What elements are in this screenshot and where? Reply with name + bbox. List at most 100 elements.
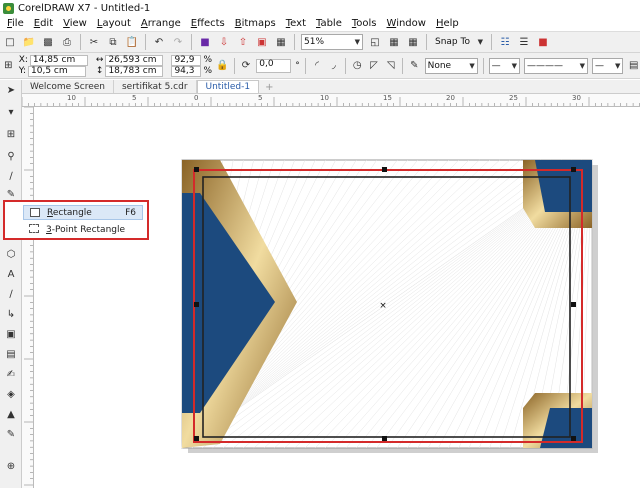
flyout-item-shortcut: F6 — [125, 207, 136, 218]
handle-top-middle[interactable] — [382, 167, 387, 172]
handle-bottom-middle[interactable] — [382, 436, 387, 441]
corner-chamfer-icon[interactable]: ◹ — [384, 59, 397, 73]
show-grid-icon[interactable]: ▦ — [406, 35, 420, 49]
center-marker-icon[interactable]: × — [379, 301, 387, 311]
menu-table[interactable]: Table — [311, 18, 347, 29]
freehand-tool-icon[interactable]: ∕ — [3, 168, 19, 184]
color-eyedropper-icon[interactable]: ✍ — [3, 366, 19, 382]
interactive-fill-icon[interactable]: ◈ — [3, 386, 19, 402]
handle-top-left[interactable] — [194, 167, 199, 172]
height-input[interactable]: 18,783 cm — [105, 65, 164, 77]
new-tab-icon[interactable]: + — [259, 82, 279, 93]
x-position-field: X: 14,85 cm — [19, 54, 88, 66]
parallel-dimension-icon[interactable]: ∕ — [3, 286, 19, 302]
lock-ratio-icon[interactable]: 🔒 — [216, 59, 229, 73]
end-arrow-combo[interactable]: — ▼ — [591, 57, 624, 74]
handle-bottom-right[interactable] — [571, 436, 576, 441]
copy-icon[interactable]: ⧉ — [106, 35, 120, 49]
open-folder-icon[interactable]: 📁 — [22, 35, 36, 49]
shape-tool-icon[interactable]: ▾ — [3, 104, 19, 120]
show-rulers-icon[interactable]: ▦ — [387, 35, 401, 49]
new-document-icon[interactable]: □ — [3, 35, 17, 49]
corner-round-icon[interactable]: ◷ — [351, 59, 364, 73]
redo-icon[interactable]: ↷ — [171, 35, 185, 49]
menu-arrange[interactable]: Arrange — [136, 18, 186, 29]
line-style-combo[interactable]: ———— ▼ — [524, 57, 588, 74]
polygon-tool-icon[interactable]: ⬡ — [3, 246, 19, 262]
menu-edit[interactable]: Edit — [29, 18, 58, 29]
application-launcher-icon[interactable]: ☰ — [517, 35, 531, 49]
chevron-down-icon: ▼ — [511, 61, 517, 70]
y-position-input[interactable]: 10,5 cm — [28, 65, 87, 77]
blend-tool-icon[interactable]: ▣ — [3, 326, 19, 342]
scale-y-input[interactable]: 94,3 — [171, 65, 202, 77]
cut-icon[interactable]: ✂ — [87, 35, 101, 49]
paste-icon[interactable]: 📋 — [125, 35, 139, 49]
search-content-icon[interactable]: ■ — [198, 35, 212, 49]
corner-scallop-icon[interactable]: ◸ — [368, 59, 381, 73]
ruler-label: 25 — [509, 94, 518, 102]
separator — [80, 34, 81, 50]
connector-tool-icon[interactable]: ↳ — [3, 306, 19, 322]
text-tool-icon[interactable]: A — [3, 266, 19, 282]
handle-top-right[interactable] — [571, 167, 576, 172]
flyout-item-rectangle[interactable]: Rectangle F6 — [23, 205, 143, 220]
tab-sertifikat[interactable]: sertifikat 5.cdr — [114, 80, 197, 93]
flyout-item-3-point-rectangle[interactable]: 3-Point Rectangle — [23, 222, 143, 237]
outline-width-combo[interactable]: None ▼ — [424, 57, 478, 74]
menu-view[interactable]: View — [58, 18, 92, 29]
x-position-input[interactable]: 14,85 cm — [29, 54, 88, 66]
pick-tool-icon[interactable]: ➤ — [3, 82, 19, 98]
width-input[interactable]: 26,593 cm — [105, 54, 164, 66]
chevron-down-icon: ▼ — [579, 61, 585, 70]
ruler-label: 5 — [258, 94, 263, 102]
ruler-label: 0 — [194, 94, 199, 102]
welcome-screen-icon[interactable]: ■ — [536, 35, 550, 49]
mirror-horizontal-icon[interactable]: ◜ — [311, 59, 324, 73]
tab-untitled-1[interactable]: Untitled-1 — [196, 80, 260, 93]
coreldraw-app-icon — [3, 2, 14, 14]
degree-label: ° — [295, 60, 300, 71]
print-icon[interactable]: ⎙ — [60, 35, 74, 49]
height-icon: ↕ — [95, 66, 104, 76]
menu-file[interactable]: File — [2, 18, 29, 29]
zoom-tool-icon[interactable]: ⚲ — [3, 148, 19, 164]
add-tool-icon[interactable]: ⊕ — [3, 458, 19, 474]
menu-layout[interactable]: Layout — [92, 18, 136, 29]
mirror-vertical-icon[interactable]: ◞ — [327, 59, 340, 73]
snap-to-dropdown[interactable]: Snap To ▼ — [433, 34, 485, 50]
outline-pen-tool-icon[interactable]: ✎ — [3, 426, 19, 442]
horizontal-ruler[interactable]: 10 5 0 5 10 15 20 25 30 — [22, 94, 640, 107]
smart-fill-icon[interactable]: ▲ — [3, 406, 19, 422]
menu-bitmaps[interactable]: Bitmaps — [230, 18, 281, 29]
menu-text[interactable]: Text — [281, 18, 311, 29]
line-sample: — — [491, 60, 501, 71]
tab-welcome-screen[interactable]: Welcome Screen — [22, 80, 114, 93]
start-arrow-combo[interactable]: — ▼ — [488, 57, 520, 74]
title-bar: CorelDRAW X7 - Untitled-1 — [0, 0, 640, 16]
menu-window[interactable]: Window — [382, 18, 431, 29]
handle-middle-left[interactable] — [194, 302, 199, 307]
object-origin-icon[interactable]: ⊞ — [2, 59, 15, 73]
export-icon[interactable]: ⇧ — [236, 35, 250, 49]
menu-help[interactable]: Help — [431, 18, 464, 29]
rotation-input[interactable]: 0,0 — [256, 58, 292, 73]
vertical-ruler[interactable] — [22, 107, 34, 488]
crop-tool-icon[interactable]: ⊞ — [3, 126, 19, 142]
handle-bottom-left[interactable] — [194, 436, 199, 441]
publish-pdf-icon[interactable]: ▣ — [255, 35, 269, 49]
save-icon[interactable]: ▩ — [41, 35, 55, 49]
scale-x-input[interactable]: 92,9 — [171, 54, 202, 66]
undo-icon[interactable]: ↶ — [152, 35, 166, 49]
app-launcher-icon[interactable]: ▦ — [274, 35, 288, 49]
menu-effects[interactable]: Effects — [186, 18, 230, 29]
transparency-tool-icon[interactable]: ▤ — [3, 346, 19, 362]
wrap-text-icon[interactable]: ▤ — [627, 59, 640, 73]
full-screen-preview-icon[interactable]: ◱ — [368, 35, 382, 49]
drawing-canvas[interactable]: × — [35, 108, 640, 488]
zoom-level-combo[interactable]: 51% ▼ — [301, 34, 363, 50]
options-icon[interactable]: ☷ — [498, 35, 512, 49]
menu-tools[interactable]: Tools — [347, 18, 382, 29]
handle-middle-right[interactable] — [571, 302, 576, 307]
import-icon[interactable]: ⇩ — [217, 35, 231, 49]
